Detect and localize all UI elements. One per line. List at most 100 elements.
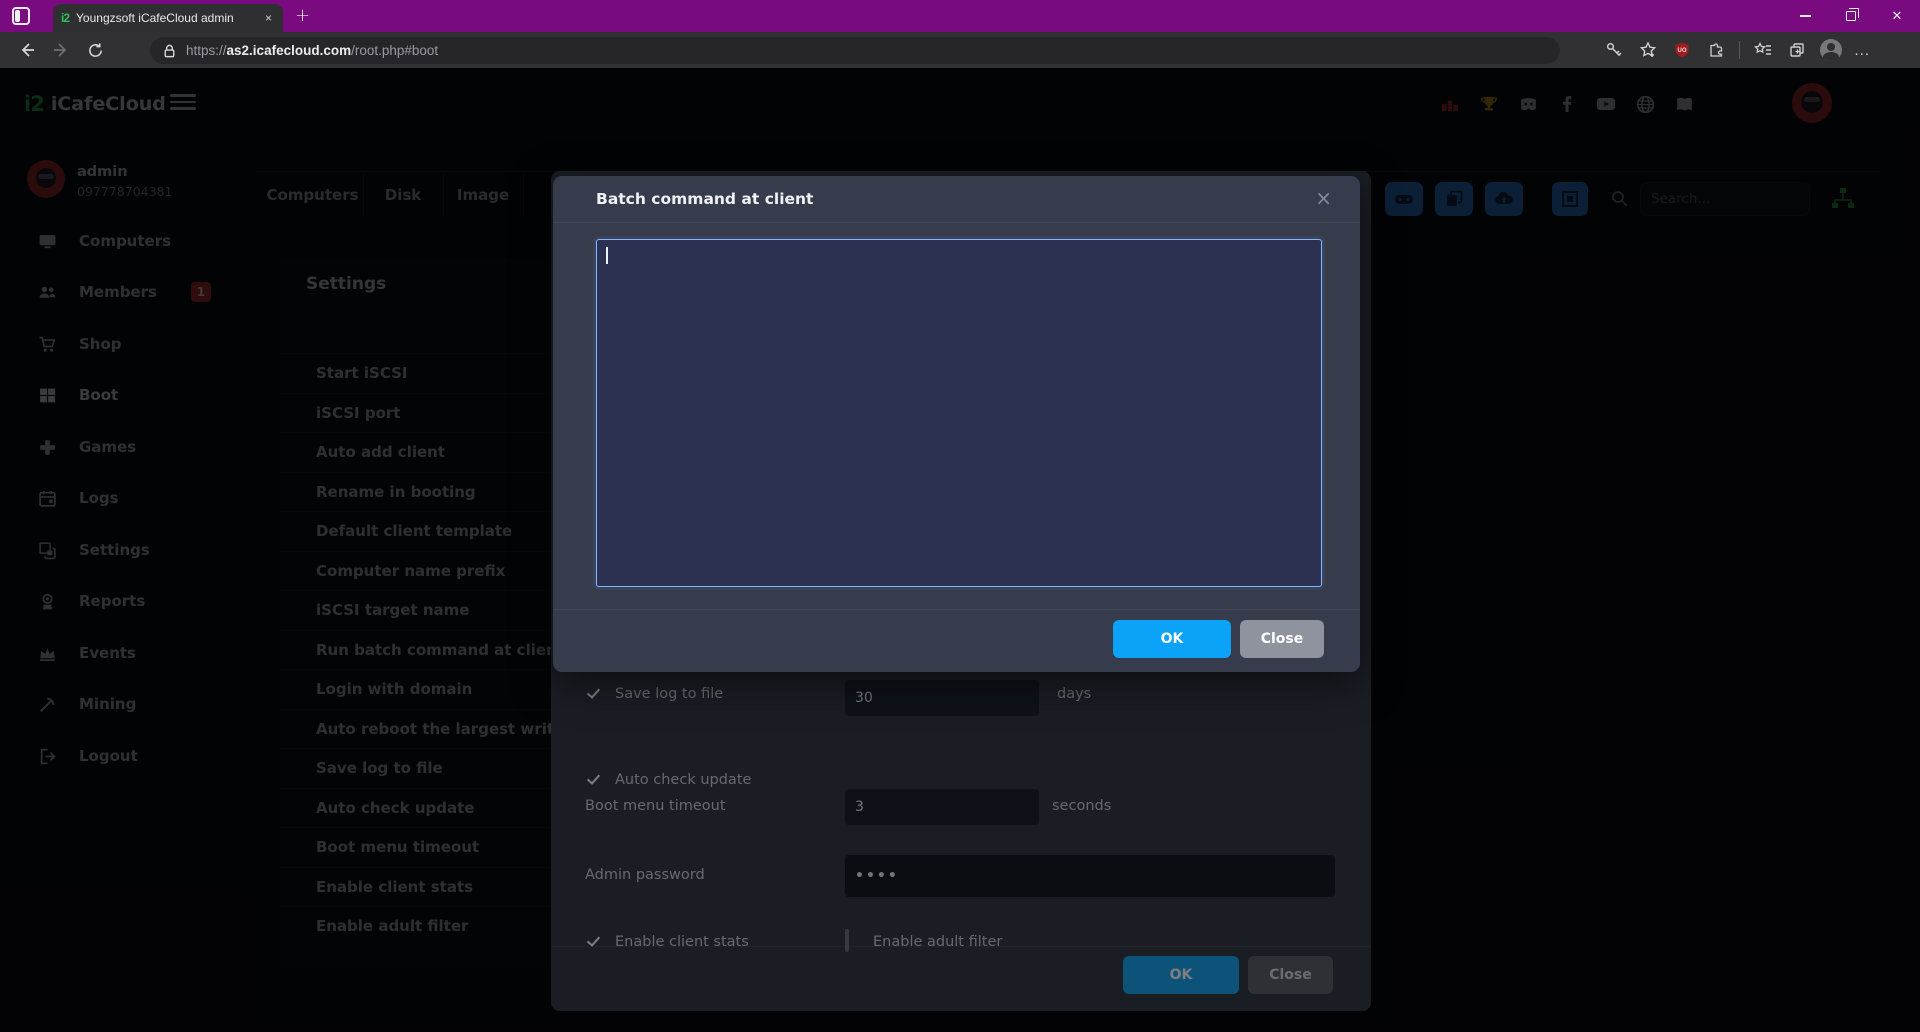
screen: i2 Youngzsoft iCafeCloud admin × + ✕ htt… (0, 0, 1920, 1032)
settings-item-auto-add-client[interactable]: Auto add client (280, 432, 551, 472)
sidebar-item-games[interactable]: Games (0, 429, 230, 465)
dialog-footer-divider (551, 946, 1371, 947)
facebook-icon[interactable] (1555, 92, 1579, 116)
games-action-button[interactable] (1385, 182, 1423, 216)
favicon-icafecloud-icon: i2 (61, 11, 69, 25)
tab-workspaces-icon[interactable] (12, 7, 30, 25)
adult-filter-label: Enable adult filter (873, 934, 1002, 950)
settings-item-rename-in-booting[interactable]: Rename in booting (280, 472, 551, 512)
ranking-podium-icon[interactable] (1438, 92, 1462, 116)
browser-tab[interactable]: i2 Youngzsoft iCafeCloud admin × (53, 4, 283, 32)
restore-button[interactable] (1828, 0, 1874, 32)
sidebar-label: Logout (79, 747, 138, 765)
settings-panel-title: Settings (306, 274, 386, 294)
admin-phone: 097778704381 (77, 184, 172, 199)
search-icon (1610, 189, 1629, 212)
app-logo-icon: i2 (24, 92, 44, 116)
settings-item-auto-check-update[interactable]: Auto check update (280, 788, 551, 828)
menu-toggle-icon[interactable] (170, 90, 196, 112)
boot-dialog-close-button[interactable]: Close (1248, 956, 1333, 994)
auto-update-label: Auto check update (615, 772, 751, 788)
manual-book-icon[interactable] (1672, 92, 1696, 116)
games-icon (38, 438, 57, 457)
boot-dialog-ok-button[interactable]: OK (1123, 956, 1239, 994)
app-logo: i2 iCafeCloud (24, 92, 166, 116)
save-log-label: Save log to file (615, 686, 723, 702)
sidebar-item-logout[interactable]: Logout (0, 738, 230, 774)
sidebar-item-logs[interactable]: Logs (0, 480, 230, 516)
image-frame-action-button[interactable] (1552, 182, 1588, 216)
tab-disk[interactable]: Disk (363, 172, 443, 217)
batch-close-button[interactable]: Close (1240, 620, 1324, 658)
batch-command-modal: Batch command at client × OK Close (553, 176, 1360, 672)
youtube-icon[interactable] (1594, 92, 1618, 116)
admin-password-input[interactable] (845, 855, 1335, 897)
batch-command-textarea[interactable] (597, 240, 1321, 586)
gamepad-icon (1393, 188, 1415, 210)
settings-item-boot-menu-timeout[interactable]: Boot menu timeout (280, 827, 551, 867)
sidebar-label: Reports (79, 592, 145, 610)
favorites-bar-icon[interactable] (1752, 39, 1774, 61)
timeout-label: Boot menu timeout (585, 798, 726, 814)
network-status-icon[interactable] (1830, 186, 1856, 216)
more-menu-icon[interactable]: ... (1854, 42, 1870, 59)
extension-icon[interactable] (1705, 39, 1727, 61)
sidebar-item-events[interactable]: Events (0, 635, 230, 671)
svg-text:UO: UO (1678, 48, 1687, 54)
settings-item-enable-client-stats[interactable]: Enable client stats (280, 867, 551, 907)
pickaxe-icon (38, 695, 57, 714)
favorites-add-icon[interactable] (1637, 39, 1659, 61)
settings-item-iscsi-target-name[interactable]: iSCSI target name (280, 590, 551, 630)
sidebar-item-settings[interactable]: Settings (0, 532, 230, 568)
sidebar-item-reports[interactable]: Reports (0, 583, 230, 619)
batch-ok-button[interactable]: OK (1113, 620, 1231, 658)
collections-icon[interactable] (1786, 39, 1808, 61)
modal-header-divider (553, 222, 1360, 223)
frame-icon (1560, 189, 1580, 209)
settings-item-run-batch-command[interactable]: Run batch command at client (280, 630, 551, 670)
tab-close-icon[interactable]: × (262, 11, 275, 25)
timeout-input[interactable] (845, 789, 1039, 825)
browser-profile-avatar[interactable] (1820, 39, 1842, 61)
save-log-unit-label: days (1057, 686, 1091, 702)
search-input[interactable] (1651, 191, 1799, 207)
tab-computers[interactable]: Computers (262, 172, 363, 217)
sidebar-item-computers[interactable]: Computers (0, 223, 230, 259)
back-button[interactable] (10, 35, 44, 65)
back-icon (18, 41, 36, 59)
settings-item-start-iscsi[interactable]: Start iSCSI (280, 353, 551, 393)
settings-item-computer-name-prefix[interactable]: Computer name prefix (280, 551, 551, 591)
copy-action-button[interactable] (1435, 182, 1473, 216)
new-tab-button[interactable]: + (295, 5, 310, 26)
sidebar-item-members[interactable]: Members1 (0, 274, 230, 310)
forward-button[interactable] (44, 35, 78, 65)
minimize-button[interactable] (1782, 0, 1828, 32)
modal-close-icon[interactable]: × (1311, 182, 1336, 214)
sidebar-item-mining[interactable]: Mining (0, 686, 230, 722)
cloud-upload-action-button[interactable] (1485, 182, 1523, 216)
settings-item-enable-adult-filter[interactable]: Enable adult filter (280, 906, 551, 946)
user-avatar-ninja[interactable] (1792, 83, 1832, 123)
settings-item-default-client-template[interactable]: Default client template (280, 511, 551, 551)
settings-item-auto-reboot[interactable]: Auto reboot the largest write-back d (280, 709, 551, 749)
sidebar-item-shop[interactable]: Shop (0, 326, 230, 362)
settings-item-login-with-domain[interactable]: Login with domain (280, 669, 551, 709)
adult-filter-checkbox[interactable] (845, 929, 849, 952)
password-key-icon[interactable] (1603, 39, 1625, 61)
ublock-shield-icon[interactable]: UO (1671, 39, 1693, 61)
tab-image[interactable]: Image (443, 172, 523, 217)
refresh-button[interactable] (78, 35, 112, 65)
members-badge: 1 (191, 282, 211, 302)
batch-command-textarea-wrap (596, 239, 1322, 587)
timeout-unit-label: seconds (1052, 798, 1111, 814)
sidebar-item-boot[interactable]: Boot (0, 377, 230, 413)
layers-icon (38, 541, 57, 560)
address-bar[interactable]: https://as2.icafecloud.com/root.php#boot (150, 37, 1560, 64)
save-log-days-input[interactable] (845, 680, 1039, 716)
close-window-button[interactable]: ✕ (1874, 0, 1920, 32)
language-globe-icon[interactable] (1633, 92, 1657, 116)
settings-item-iscsi-port[interactable]: iSCSI port (280, 393, 551, 433)
trophy-icon[interactable] (1477, 92, 1501, 116)
settings-item-save-log[interactable]: Save log to file (280, 748, 551, 788)
discord-icon[interactable] (1516, 92, 1540, 116)
